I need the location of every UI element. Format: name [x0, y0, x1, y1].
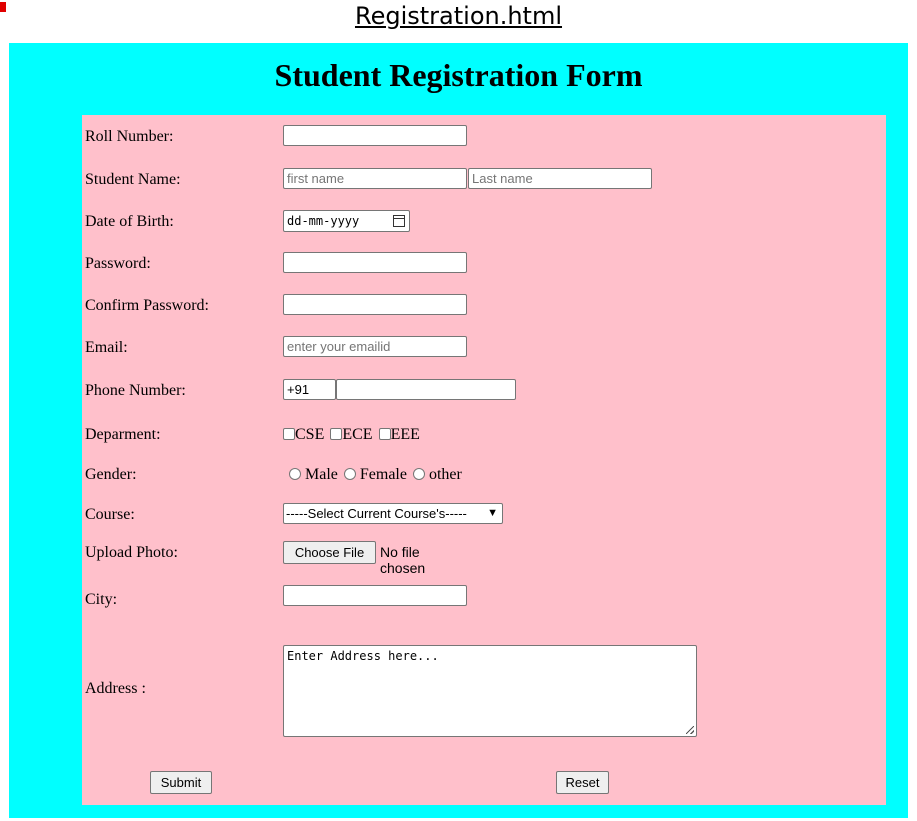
- resize-grip-icon[interactable]: [686, 726, 694, 734]
- reset-button[interactable]: Reset: [556, 771, 609, 794]
- row-address: Address : Enter Address here...: [85, 645, 875, 737]
- address-label: Address :: [85, 680, 146, 697]
- choose-file-button[interactable]: Choose File: [283, 541, 376, 564]
- password-input[interactable]: [283, 252, 467, 273]
- dob-placeholder: dd-mm-yyyy: [287, 214, 360, 228]
- row-department: Deparment: CSE ECE EEE: [85, 423, 875, 447]
- row-student-name: Student Name: first name Last name: [85, 168, 875, 192]
- photo-label: Upload Photo:: [85, 544, 178, 561]
- female-radio[interactable]: [343, 468, 356, 480]
- male-radio[interactable]: [289, 468, 301, 480]
- submit-button[interactable]: Submit: [150, 771, 212, 794]
- row-city: City:: [85, 583, 875, 608]
- file-title: Registration.html: [354, 2, 563, 30]
- page-heading: Student Registration Form: [274, 57, 643, 93]
- email-label: Email:: [85, 339, 128, 356]
- row-roll-number: Roll Number:: [85, 125, 875, 149]
- row-password: Password:: [85, 252, 875, 276]
- eee-label: EEE: [390, 426, 420, 443]
- confirm-password-label: Confirm Password:: [85, 297, 209, 314]
- calendar-icon[interactable]: [393, 215, 405, 227]
- course-select[interactable]: -----Select Current Course's----- ▼: [283, 503, 503, 524]
- eee-checkbox[interactable]: [378, 428, 391, 440]
- row-photo: Upload Photo: Choose File No file chosen: [85, 541, 875, 576]
- roll-number-input[interactable]: [283, 125, 467, 146]
- cse-checkbox[interactable]: [283, 428, 295, 440]
- dob-label: Date of Birth:: [85, 213, 174, 230]
- phone-code-input[interactable]: +91: [283, 379, 336, 400]
- gender-label: Gender:: [85, 466, 137, 483]
- course-selected-value: -----Select Current Course's-----: [286, 506, 467, 521]
- female-label: Female: [359, 466, 407, 483]
- email-input[interactable]: enter your emailid: [283, 336, 467, 357]
- student-name-label: Student Name:: [85, 171, 181, 188]
- row-course: Course: -----Select Current Course's----…: [85, 503, 875, 527]
- first-name-input[interactable]: first name: [283, 168, 467, 189]
- registration-form: Roll Number: Student Name: first name La…: [82, 115, 886, 805]
- ece-label: ECE: [342, 426, 373, 443]
- phone-number-input[interactable]: [336, 379, 516, 400]
- male-label: Male: [305, 466, 338, 483]
- dob-input[interactable]: dd-mm-yyyy: [283, 210, 410, 232]
- ece-checkbox[interactable]: [330, 428, 343, 440]
- password-label: Password:: [85, 255, 151, 272]
- file-status: No file chosen: [380, 544, 426, 576]
- confirm-password-input[interactable]: [283, 294, 467, 315]
- course-label: Course:: [85, 506, 135, 523]
- phone-label: Phone Number:: [85, 382, 186, 399]
- address-textarea[interactable]: Enter Address here...: [283, 645, 697, 737]
- outer-container: Student Registration Form Roll Number: S…: [9, 43, 908, 818]
- city-input[interactable]: [283, 585, 467, 606]
- other-radio[interactable]: [412, 468, 425, 480]
- other-label: other: [428, 466, 462, 483]
- gender-options: Male Female other: [289, 466, 464, 484]
- address-placeholder: Enter Address here...: [287, 649, 439, 663]
- row-dob: Date of Birth: dd-mm-yyyy: [85, 210, 875, 234]
- cse-label: CSE: [295, 426, 325, 443]
- roll-number-label: Roll Number:: [85, 128, 174, 145]
- chevron-down-icon: ▼: [487, 507, 498, 519]
- last-name-input[interactable]: Last name: [468, 168, 652, 189]
- row-email: Email: enter your emailid: [85, 336, 875, 360]
- row-confirm-password: Confirm Password:: [85, 294, 875, 318]
- department-label: Deparment:: [85, 426, 161, 443]
- department-options: CSE ECE EEE: [283, 426, 422, 444]
- row-gender: Gender: Male Female other: [85, 463, 875, 487]
- row-phone: Phone Number: +91: [85, 379, 875, 403]
- city-label: City:: [85, 591, 118, 608]
